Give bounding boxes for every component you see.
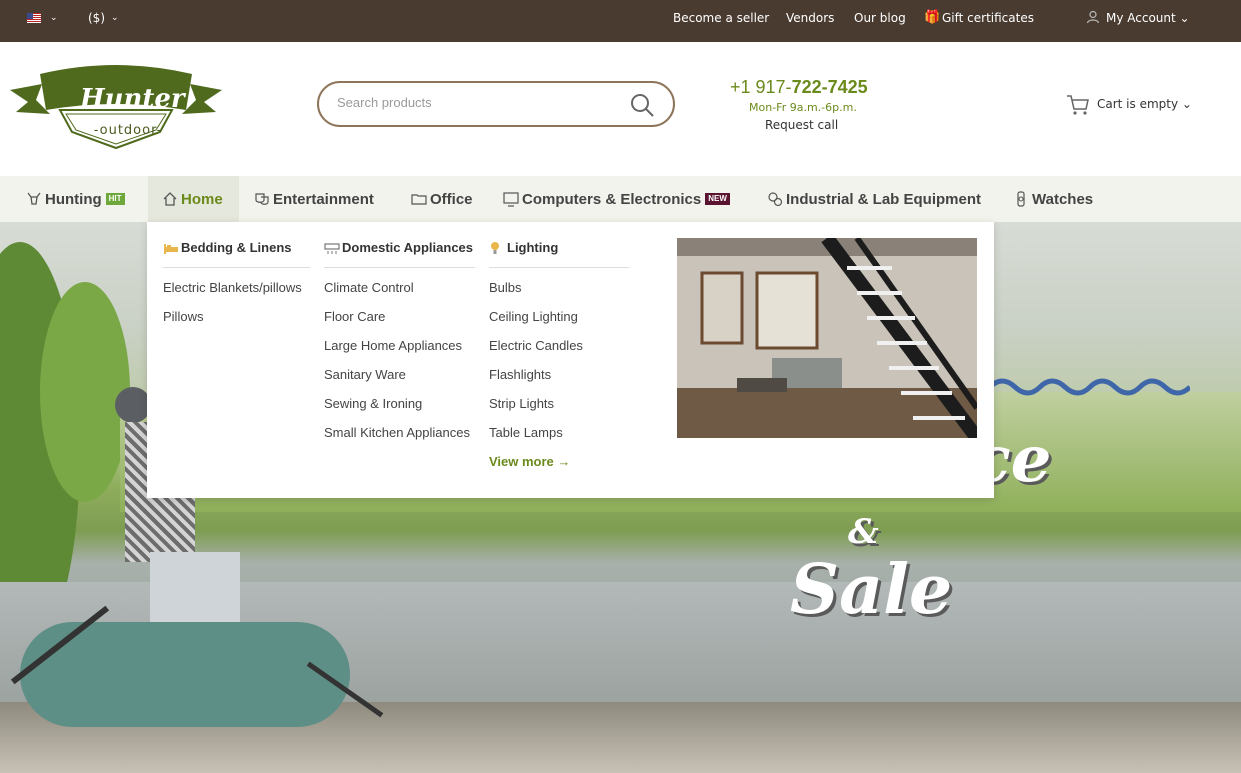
search-icon[interactable] (629, 92, 655, 118)
logo-title: Hunter (80, 84, 185, 114)
cart-dropdown[interactable]: Cart is empty ⌄ (1097, 97, 1192, 111)
living-room-image-icon (677, 238, 977, 438)
main-nav: Hunting HIT Home Entertainment Office Co… (0, 176, 1241, 222)
menu-link[interactable]: Small Kitchen Appliances (324, 425, 470, 440)
nav-item-home[interactable]: Home (148, 176, 239, 222)
nav-label: Office (430, 190, 473, 208)
vendors-link[interactable]: Vendors (786, 11, 834, 25)
chevron-down-icon[interactable]: ⌄ (50, 13, 58, 23)
become-seller-link[interactable]: Become a seller (673, 11, 769, 25)
menu-link[interactable]: Large Home Appliances (324, 338, 462, 353)
nav-label: Industrial & Lab Equipment (786, 190, 982, 208)
nav-item-watches[interactable]: Watches (1013, 176, 1093, 222)
my-account-label: My Account (1106, 11, 1176, 25)
menu-link[interactable]: Electric Candles (489, 338, 583, 353)
category-title: Bedding & Linens (181, 240, 292, 255)
blog-link[interactable]: Our blog (854, 11, 906, 25)
business-hours: Mon-Fr 9a.m.-6p.m. (749, 101, 857, 114)
divider (163, 267, 310, 268)
air-conditioner-icon (324, 242, 340, 254)
phone-main: 722-7425 (791, 77, 868, 97)
us-flag-icon[interactable] (27, 13, 41, 23)
home-mega-menu: Bedding & Linens Electric Blankets/pillo… (147, 222, 994, 498)
divider (489, 267, 629, 268)
tree-foliage (40, 282, 130, 502)
bulb-icon (491, 241, 499, 254)
currency-selector[interactable]: ($) (88, 11, 105, 25)
gift-icon: 🎁 (924, 10, 941, 25)
promo-image[interactable] (677, 238, 977, 438)
new-badge: NEW (705, 193, 730, 205)
hero-title-ampersand: & (848, 512, 879, 552)
menu-link[interactable]: Sanitary Ware (324, 367, 406, 382)
top-bar: ⌄ ($) ⌄ Become a seller Vendors Our blog… (0, 0, 1241, 42)
user-icon (1086, 10, 1100, 24)
divider (324, 267, 475, 268)
nav-item-entertainment[interactable]: Entertainment (254, 176, 374, 222)
watch-icon (1017, 191, 1025, 207)
nav-label: Computers & Electronics (522, 190, 702, 208)
search-input[interactable] (337, 95, 617, 110)
gears-icon (768, 192, 783, 207)
category-lighting[interactable]: Lighting (489, 240, 558, 255)
menu-link[interactable]: Table Lamps (489, 425, 563, 440)
category-title: Lighting (507, 240, 559, 255)
chevron-down-icon[interactable]: ⌄ (111, 13, 119, 23)
bed-icon (164, 243, 178, 254)
menu-link[interactable]: Pillows (163, 309, 203, 324)
menu-link[interactable]: Ceiling Lighting (489, 309, 578, 324)
phone-number: +1 917-722-7425 (730, 77, 868, 98)
menu-link[interactable]: Electric Blankets/pillows (163, 280, 302, 295)
search-box (317, 81, 675, 127)
nav-item-hunting[interactable]: Hunting HIT (26, 176, 125, 222)
nav-item-office[interactable]: Office (411, 176, 473, 222)
masks-icon (255, 193, 269, 205)
category-title: Domestic Appliances (342, 240, 474, 255)
request-call-link[interactable]: Request call (765, 118, 838, 132)
nav-label: Hunting (45, 190, 102, 208)
menu-link[interactable]: Flashlights (489, 367, 551, 382)
nav-item-industrial[interactable]: Industrial & Lab Equipment (767, 176, 981, 222)
phone-prefix: +1 917- (730, 77, 792, 97)
view-more-link[interactable]: View more → (489, 454, 570, 469)
menu-link[interactable]: Sewing & Ironing (324, 396, 422, 411)
category-bedding[interactable]: Bedding & Linens (163, 240, 292, 255)
nav-label: Home (181, 190, 223, 208)
menu-link[interactable]: Climate Control (324, 280, 414, 295)
nav-label: Entertainment (273, 190, 374, 208)
header: Hunter -outdoor- +1 917-722-7425 Mon-Fr … (0, 42, 1241, 176)
menu-link[interactable]: Strip Lights (489, 396, 554, 411)
logo[interactable]: Hunter -outdoor- (10, 62, 222, 150)
my-account-menu[interactable]: My Account ⌄ (1106, 11, 1190, 25)
deer-icon (27, 192, 41, 205)
menu-link[interactable]: Bulbs (489, 280, 522, 295)
cart-icon[interactable] (1066, 94, 1090, 116)
monitor-icon (503, 192, 519, 207)
home-icon (163, 192, 177, 206)
nav-label: Watches (1032, 190, 1094, 208)
fisherman-head (115, 387, 151, 423)
category-domestic-appliances[interactable]: Domestic Appliances (324, 240, 473, 255)
folder-icon (411, 194, 427, 205)
menu-link[interactable]: Floor Care (324, 309, 385, 324)
wave-decoration-icon (990, 378, 1190, 396)
gift-certificates-link[interactable]: Gift certificates (942, 11, 1034, 25)
hero-title-line3: Sale (790, 550, 953, 630)
hit-badge: HIT (105, 193, 125, 205)
cart-label: Cart is empty (1097, 97, 1179, 111)
nav-item-computers[interactable]: Computers & Electronics NEW (503, 176, 730, 222)
logo-subtitle: -outdoor- (93, 123, 163, 138)
